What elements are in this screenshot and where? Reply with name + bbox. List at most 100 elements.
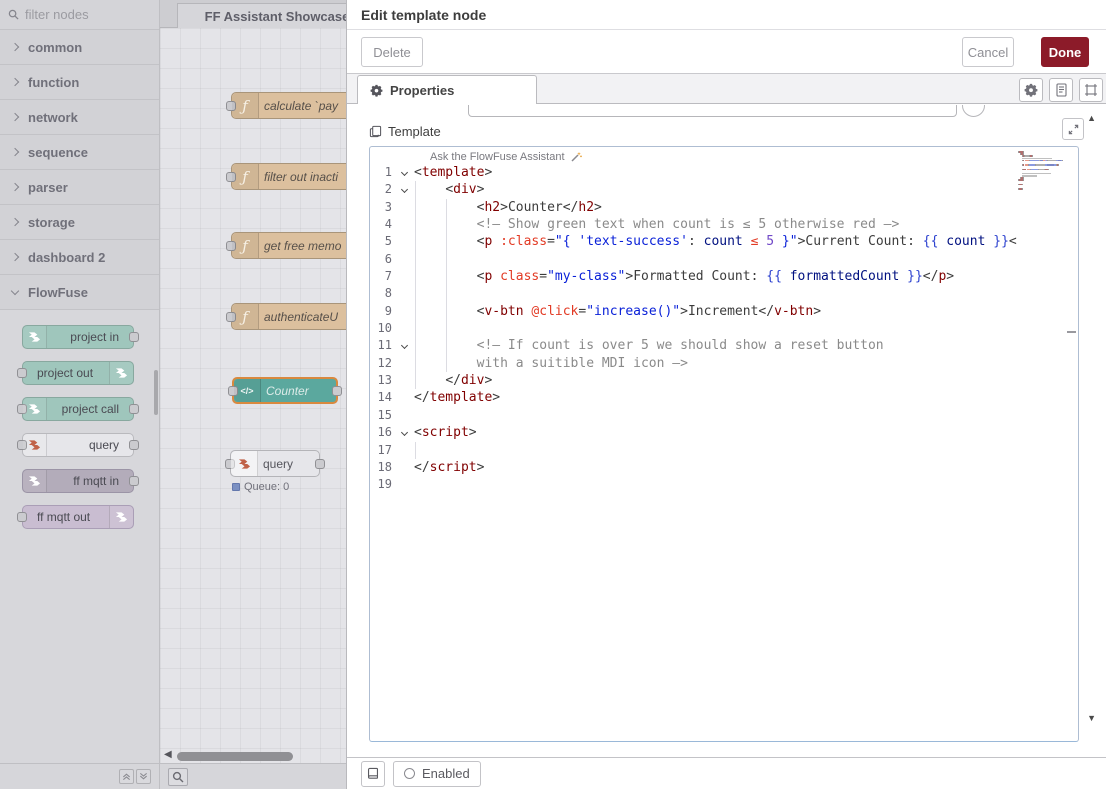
delete-button[interactable]: Delete	[361, 37, 423, 67]
flow-node-get-free-memo[interactable]: ƒget free memo	[231, 232, 346, 259]
fold-gutter	[398, 442, 414, 459]
flow-canvas[interactable]: ƒcalculate `pay ƒfilter out inacti ƒget fr…	[160, 28, 346, 763]
node-appearance-button[interactable]	[1079, 78, 1103, 102]
palette-filter-input[interactable]: filter nodes	[0, 0, 159, 30]
palette-category-network[interactable]: network	[0, 100, 159, 135]
palette-category-common[interactable]: common	[0, 30, 159, 65]
output-port[interactable]	[129, 440, 139, 450]
node-enabled-toggle[interactable]: Enabled	[393, 761, 481, 787]
palette-node-ff-mqtt-in[interactable]: ff mqtt in	[22, 469, 134, 493]
code-line: 4 <!— Show green text when count is ≤ 5 …	[370, 216, 1062, 233]
chevron-right-icon	[11, 253, 19, 261]
workspace-search-button[interactable]	[168, 768, 188, 786]
fold-chevron-icon[interactable]	[398, 181, 414, 198]
line-number: 5	[370, 233, 398, 250]
scroll-up-arrow-icon[interactable]: ▲	[1087, 113, 1096, 123]
palette-footer	[0, 763, 159, 789]
chevron-right-icon	[11, 113, 19, 121]
palette-node-query[interactable]: query	[22, 433, 134, 457]
output-port[interactable]	[332, 386, 342, 396]
palette-scrollbar[interactable]	[154, 370, 158, 415]
assistant-hint[interactable]: Ask the FlowFuse Assistant	[430, 149, 582, 165]
flow-node-filter-out-inacti[interactable]: ƒfilter out inacti	[231, 163, 346, 190]
chevron-right-icon	[11, 183, 19, 191]
palette-category-label: common	[28, 40, 82, 55]
fold-gutter	[398, 285, 414, 302]
edit-dialog-tabs: Properties	[347, 74, 1106, 104]
fold-gutter	[398, 199, 414, 216]
line-number: 10	[370, 320, 398, 337]
code-line: 7 <p class="my-class">Formatted Count: {…	[370, 268, 1062, 285]
fold-gutter	[398, 303, 414, 320]
palette-category-function[interactable]: function	[0, 65, 159, 100]
fold-chevron-icon[interactable]	[398, 337, 414, 354]
appearance-icon	[1084, 83, 1098, 97]
line-number: 4	[370, 216, 398, 233]
line-number: 9	[370, 303, 398, 320]
palette-category-parser[interactable]: parser	[0, 170, 159, 205]
palette-node-project-call[interactable]: project call	[22, 397, 134, 421]
line-number: 8	[370, 285, 398, 302]
flow-node-calculate-pay[interactable]: ƒcalculate `pay	[231, 92, 346, 119]
line-number: 16	[370, 424, 398, 441]
fold-chevron-icon[interactable]	[398, 424, 414, 441]
code-text: <p class="my-class">Formatted Count: {{ …	[414, 268, 1062, 285]
scroll-down-arrow-icon[interactable]: ▼	[1087, 713, 1096, 723]
fold-gutter	[398, 233, 414, 250]
node-status: Queue: 0	[232, 481, 289, 493]
palette-filter-placeholder: filter nodes	[25, 7, 89, 22]
palette-node-project-out[interactable]: project out	[22, 361, 134, 385]
output-port[interactable]	[129, 476, 139, 486]
editor-minimap[interactable]	[1018, 151, 1066, 193]
scrolled-field[interactable]	[468, 105, 957, 117]
palette-expand-all-button[interactable]	[136, 769, 151, 784]
node-description-button[interactable]	[1049, 78, 1073, 102]
palette-category-flowfuse[interactable]: FlowFuse	[0, 275, 159, 310]
expand-editor-button[interactable]	[1062, 118, 1084, 140]
palette-category-storage[interactable]: storage	[0, 205, 159, 240]
node-help-button[interactable]	[361, 761, 385, 787]
palette-collapse-all-button[interactable]	[119, 769, 134, 784]
palette-node-project-in[interactable]: project in	[22, 325, 134, 349]
line-number: 17	[370, 442, 398, 459]
palette-category-dashboard-2[interactable]: dashboard 2	[0, 240, 159, 275]
output-port[interactable]	[129, 404, 139, 414]
code-text: </template>	[414, 389, 1062, 406]
input-port[interactable]	[17, 368, 27, 378]
horizontal-scrollbar[interactable]	[177, 752, 293, 761]
template-field-row: Template	[369, 119, 1084, 143]
palette-category-label: function	[28, 75, 79, 90]
done-button[interactable]: Done	[1041, 37, 1089, 67]
output-port[interactable]	[129, 332, 139, 342]
code-line: 1<template>	[370, 164, 1062, 181]
code-text: </script>	[414, 459, 1062, 476]
palette-node-label: ff mqtt out	[37, 506, 90, 528]
magic-wand-icon	[570, 151, 582, 163]
fold-gutter	[398, 407, 414, 424]
flowfuse-icon	[23, 326, 47, 348]
code-text: </div>	[414, 372, 1062, 389]
flow-tab[interactable]: FF Assistant Showcase	[177, 3, 346, 28]
flow-node-query[interactable]: query	[230, 450, 320, 477]
node-settings-button[interactable]	[1019, 78, 1043, 102]
output-port[interactable]	[315, 459, 325, 469]
node-palette: filter nodes common function network sequen…	[0, 0, 160, 789]
palette-node-ff-mqtt-out[interactable]: ff mqtt out	[22, 505, 134, 529]
line-number: 6	[370, 251, 398, 268]
node-label: filter out inacti	[264, 164, 346, 189]
flow-node-Counter[interactable]: </>Counter	[232, 377, 338, 404]
input-port[interactable]	[17, 512, 27, 522]
fold-chevron-icon[interactable]	[398, 164, 414, 181]
template-code-editor[interactable]: Ask the FlowFuse Assistant 1<template>2 …	[369, 146, 1079, 742]
palette-category-label: network	[28, 110, 78, 125]
scrolled-round-button[interactable]	[962, 105, 985, 117]
tray-title: Edit template node	[361, 7, 486, 23]
cancel-button[interactable]: Cancel	[962, 37, 1014, 67]
flow-node-authenticateU[interactable]: ƒauthenticateU	[231, 303, 346, 330]
palette-category-sequence[interactable]: sequence	[0, 135, 159, 170]
tab-properties[interactable]: Properties	[357, 75, 537, 104]
fold-gutter	[398, 355, 414, 372]
hscroll-left-arrow-icon[interactable]: ◀	[164, 749, 172, 760]
palette-flowfuse-nodes: project in project out project call query ff…	[0, 310, 159, 529]
code-line: 15	[370, 407, 1062, 424]
